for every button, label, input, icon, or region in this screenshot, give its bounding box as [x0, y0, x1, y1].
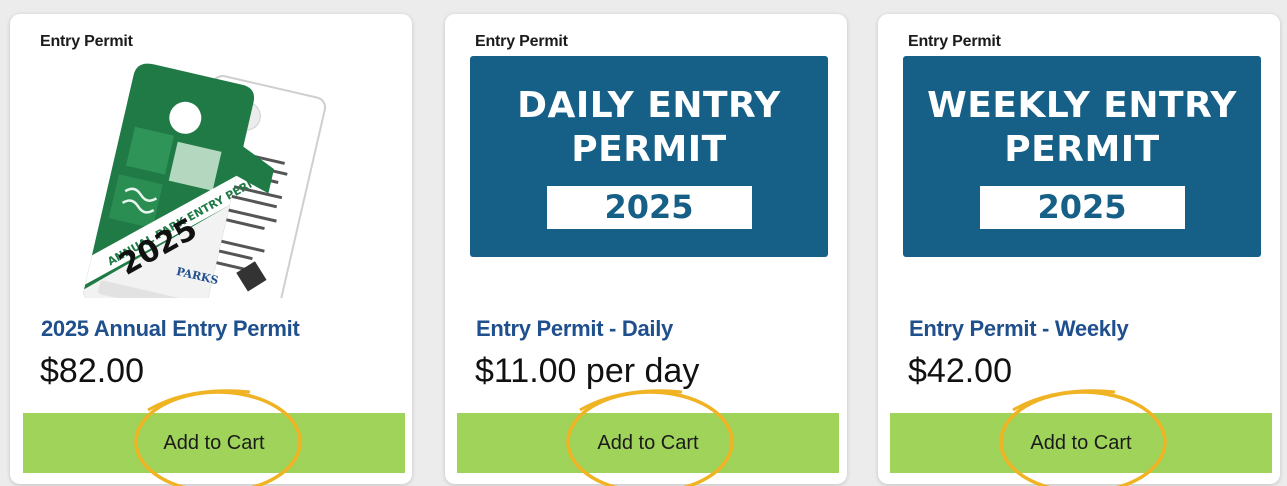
banner-line-1: DAILY ENTRY	[517, 85, 781, 126]
product-title[interactable]: Entry Permit - Weekly	[909, 316, 1129, 342]
banner-line-2: PERMIT	[1004, 129, 1160, 170]
banner-line-1: WEEKLY ENTRY	[927, 85, 1237, 126]
banner-year: 2025	[979, 186, 1185, 229]
product-card-daily: Entry Permit DAILY ENTRY PERMIT 2025 Ent…	[445, 14, 847, 484]
product-category: Entry Permit	[40, 33, 133, 50]
product-price: $82.00	[40, 352, 144, 390]
product-category: Entry Permit	[475, 33, 568, 50]
add-to-cart-button[interactable]: Add to Cart	[890, 413, 1272, 473]
product-card-weekly: Entry Permit WEEKLY ENTRY PERMIT 2025 En…	[878, 14, 1280, 484]
daily-permit-banner-image[interactable]: DAILY ENTRY PERMIT 2025	[470, 56, 828, 257]
add-to-cart-button[interactable]: Add to Cart	[457, 413, 839, 473]
product-title[interactable]: 2025 Annual Entry Permit	[41, 316, 300, 342]
weekly-permit-banner-image[interactable]: WEEKLY ENTRY PERMIT 2025	[903, 56, 1261, 257]
add-to-cart-button[interactable]: Add to Cart	[23, 413, 405, 473]
product-price: $11.00 per day	[475, 352, 700, 390]
product-category: Entry Permit	[908, 33, 1001, 50]
product-price: $42.00	[908, 352, 1012, 390]
product-card-annual: Entry Permit ANNUAL PARK ENTRY PERMIT 20…	[10, 14, 412, 484]
banner-line-2: PERMIT	[571, 129, 727, 170]
annual-hang-tag-image[interactable]: ANNUAL PARK ENTRY PERMIT 2025 PARKS	[35, 56, 390, 325]
banner-year: 2025	[546, 186, 752, 229]
product-title[interactable]: Entry Permit - Daily	[476, 316, 673, 342]
